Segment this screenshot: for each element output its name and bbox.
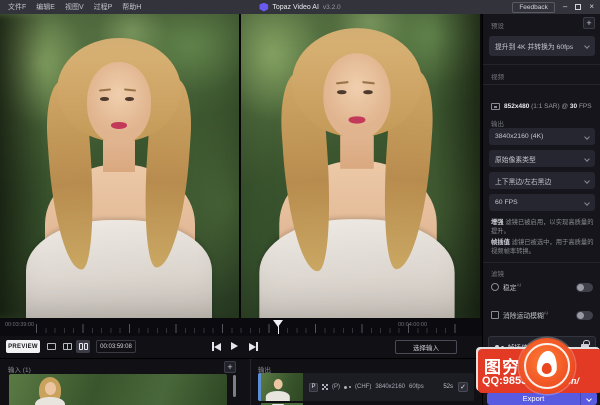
side-by-side-icon <box>79 343 88 350</box>
pixel-type-dropdown[interactable]: 原始像素类型 <box>489 150 595 167</box>
play-button[interactable] <box>231 342 238 350</box>
motion-deblur-icon <box>491 311 499 319</box>
frame-forward-button[interactable] <box>249 342 258 351</box>
chevron-down-icon <box>584 200 590 206</box>
topaz-video-ai-window: 文件F 编辑E 视图V 过程P 帮助H Topaz Video AI v3.2.… <box>0 0 600 405</box>
current-timecode-field[interactable]: 00:03:59:08 <box>96 340 136 353</box>
stabilize-toggle[interactable] <box>576 283 593 292</box>
motion-deblur-toggle[interactable] <box>576 311 593 320</box>
select-input-button[interactable]: 选择输入 <box>395 340 457 354</box>
video-preview-enhanced[interactable] <box>241 14 480 318</box>
enhancement-note: 增强 滤镜已被启用，以实现高质量的提升。 <box>491 218 595 236</box>
source-clip-icon <box>491 103 500 110</box>
chevron-down-icon <box>584 134 590 140</box>
interpolation-icon <box>344 386 351 389</box>
window-title: Topaz Video AI v3.2.0 <box>259 3 340 12</box>
chevron-down-icon <box>584 178 590 184</box>
proteus-badge: P <box>309 383 318 392</box>
timeline-ruler[interactable] <box>36 320 456 333</box>
framerate-dropdown[interactable]: 60 FPS <box>489 194 595 211</box>
video-section-label: 视频 <box>491 71 504 81</box>
menu-file[interactable]: 文件F <box>8 2 26 12</box>
export-button[interactable]: Export <box>487 392 597 405</box>
preview-button[interactable]: PREVIEW <box>6 340 40 353</box>
menu-help[interactable]: 帮助H <box>122 2 141 12</box>
crop-mode-dropdown[interactable]: 上下黑边/左右黑边 <box>489 172 595 189</box>
watermark-overlay: 图穷联盟 QQ:985303259 cn/ <box>478 349 600 393</box>
stabilization-row: 稳定AI <box>491 282 593 292</box>
video-comparison-view <box>0 14 482 318</box>
estimated-duration: 52s <box>443 384 453 390</box>
output-selected-checkbox[interactable]: ✓ <box>458 382 468 392</box>
output-queue-row[interactable]: P (P) (CHF) 3840x2160 60fps 52s ✓ <box>258 373 474 401</box>
single-view-icon <box>47 343 56 350</box>
resolution-dropdown[interactable]: 3840x2160 (4K) <box>489 128 595 145</box>
source-info: 852x480 (1:1 SAR) @ 30 FPS <box>491 103 592 110</box>
export-options-chevron[interactable] <box>581 397 597 401</box>
app-name: Topaz Video AI <box>272 4 319 11</box>
original-frame <box>0 14 239 318</box>
menu-view[interactable]: 视图V <box>65 2 84 12</box>
close-icon[interactable]: × <box>589 3 594 11</box>
flame-logo <box>519 338 575 394</box>
app-version: v3.2.0 <box>323 4 341 11</box>
preset-section-label: 预设 <box>491 20 504 30</box>
maximize-icon[interactable] <box>575 4 581 10</box>
frame-back-button[interactable] <box>212 342 221 351</box>
interpolation-note: 帧插值 滤镜已被选中，用于高质量的视频帧率转换。 <box>491 238 595 256</box>
minimize-button[interactable]: – <box>563 3 567 11</box>
input-list-label: 输入 (1) <box>8 364 31 374</box>
enhancement-icon <box>322 384 328 390</box>
menu-process[interactable]: 过程P <box>94 2 113 12</box>
flame-icon <box>536 350 557 377</box>
enhanced-frame <box>241 14 480 318</box>
split-view-icon <box>63 343 72 350</box>
feedback-button[interactable]: Feedback <box>512 2 555 13</box>
add-preset-button[interactable]: + <box>583 17 595 29</box>
input-clip-thumbnail[interactable] <box>9 374 227 405</box>
add-input-button[interactable]: + <box>224 361 236 373</box>
transport-bar: PREVIEW 00:03:59:08 选择输入 <box>0 336 482 358</box>
topaz-logo-icon <box>259 3 268 12</box>
clips-panel: 输入 (1) + 输出 P (P) <box>0 358 482 405</box>
timeline-end-time: 00:04:00:00 <box>398 322 427 328</box>
input-list-scrollbar[interactable] <box>233 375 236 397</box>
view-side-by-side-button[interactable] <box>76 340 90 353</box>
chevron-down-icon <box>584 43 590 49</box>
stabilize-icon <box>491 283 499 291</box>
output-thumbnail <box>261 373 303 401</box>
timeline: 00:03:39:00 00:04:00:00 <box>0 318 482 336</box>
menu-edit[interactable]: 编辑E <box>36 2 55 12</box>
video-preview-original[interactable] <box>0 14 239 318</box>
view-single-button[interactable] <box>44 340 58 353</box>
output-settings-summary: P (P) (CHF) 3840x2160 60fps <box>303 383 424 392</box>
view-split-button[interactable] <box>60 340 74 353</box>
output-section-label: 输出 <box>491 118 504 128</box>
filters-section-label: 滤镜 <box>491 268 504 278</box>
timeline-start-time: 00:03:39:00 <box>5 322 34 328</box>
menubar: 文件F 编辑E 视图V 过程P 帮助H <box>0 2 141 12</box>
motion-deblur-row: 消除运动模糊AI <box>491 310 593 320</box>
chevron-down-icon <box>584 156 590 162</box>
preset-dropdown[interactable]: 提升到 4K 并转换为 60fps <box>489 36 595 56</box>
titlebar: 文件F 编辑E 视图V 过程P 帮助H Topaz Video AI v3.2.… <box>0 0 600 14</box>
